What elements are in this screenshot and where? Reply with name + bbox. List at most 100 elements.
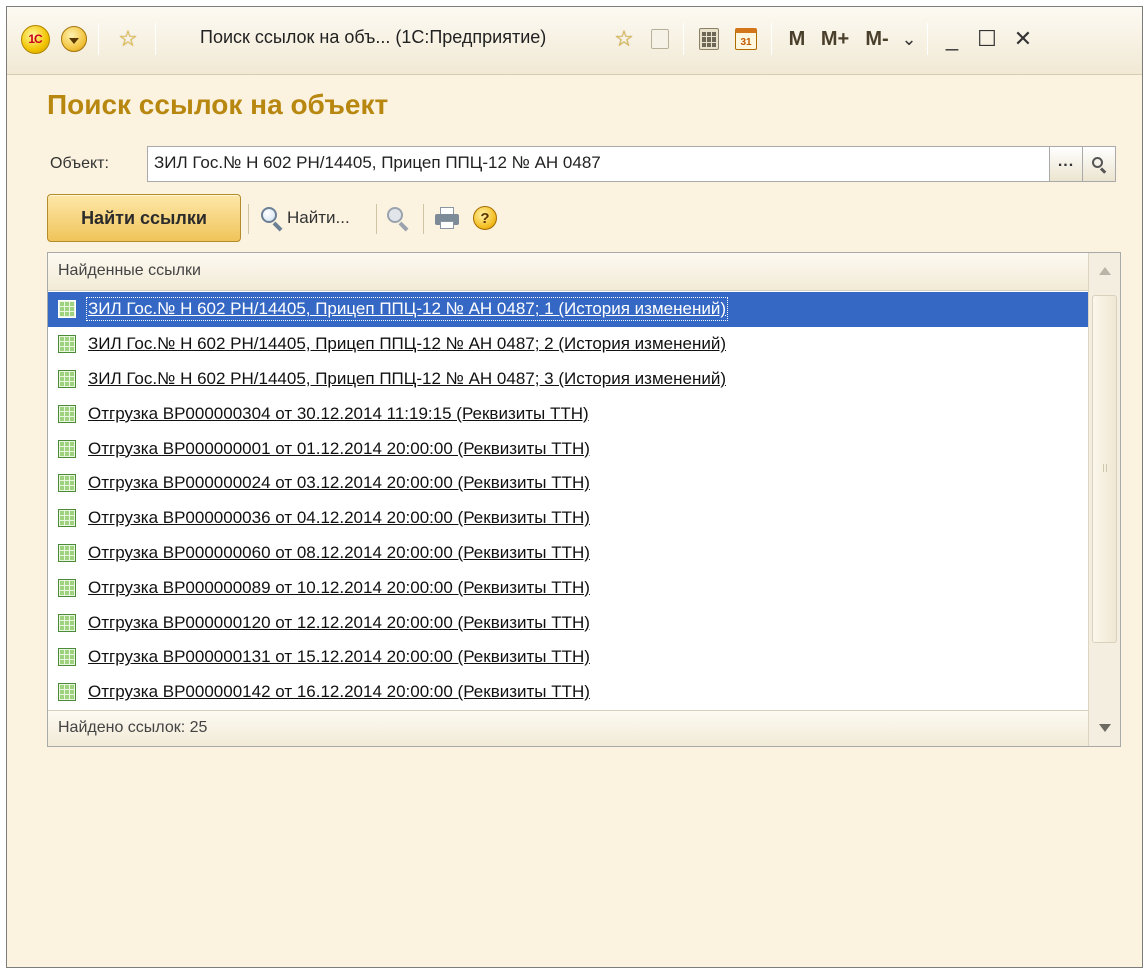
table-icon: [58, 509, 76, 528]
app-window: 1С ☆ Поиск ссылок на объ... (1С:Предприя…: [6, 6, 1143, 968]
table-icon: [58, 300, 76, 319]
ellipsis-icon: ...: [1057, 153, 1075, 170]
list-item[interactable]: Отгрузка ВР000000142 от 16.12.2014 20:00…: [48, 675, 1088, 710]
chevron-down-icon: ⌄: [901, 28, 917, 49]
title-bar: 1С ☆ Поиск ссылок на объ... (1С:Предприя…: [7, 7, 1142, 75]
calculator-button[interactable]: [695, 25, 723, 53]
find-button[interactable]: Найти...: [261, 202, 350, 234]
memory-plus-button[interactable]: M+: [817, 25, 853, 53]
object-field[interactable]: ЗИЛ Гос.№ Н 602 РН/14405, Прицеп ППЦ-12 …: [147, 146, 1050, 182]
memory-minus-label: M-: [865, 27, 889, 50]
arrow-down-icon: [1098, 724, 1111, 732]
list-item[interactable]: ЗИЛ Гос.№ Н 602 РН/14405, Прицеп ППЦ-12 …: [48, 292, 1088, 327]
list-item-link[interactable]: Отгрузка ВР000000131 от 15.12.2014 20:00…: [88, 647, 590, 667]
print-button[interactable]: [435, 202, 459, 234]
list-item[interactable]: Отгрузка ВР000000036 от 04.12.2014 20:00…: [48, 501, 1088, 536]
search-icon: [1092, 157, 1107, 174]
memory-minus-button[interactable]: M-: [859, 25, 895, 53]
1c-logo-icon: 1С: [20, 24, 50, 54]
calculator-icon: [699, 28, 719, 50]
object-label: Объект:: [50, 155, 109, 172]
list-item-link[interactable]: ЗИЛ Гос.№ Н 602 РН/14405, Прицеп ППЦ-12 …: [88, 334, 726, 354]
cancel-search-button[interactable]: [387, 202, 409, 234]
maximize-icon: ☐: [977, 26, 997, 51]
vertical-scrollbar[interactable]: [1088, 253, 1120, 746]
grip-icon: [1103, 464, 1107, 472]
main-menu-button[interactable]: [59, 25, 89, 53]
add-to-favorites-button[interactable]: ☆: [609, 25, 639, 53]
table-icon: [58, 648, 76, 667]
star-icon: ☆: [118, 26, 138, 51]
list-item-link[interactable]: Отгрузка ВР000000001 от 01.12.2014 20:00…: [88, 439, 590, 459]
calendar-button[interactable]: 31: [731, 25, 761, 53]
toolbar-separator: [423, 204, 424, 234]
title-separator: [683, 23, 684, 55]
list-footer-status: Найдено ссылок: 25: [48, 710, 1088, 746]
maximize-button[interactable]: ☐: [971, 25, 1003, 53]
list-item[interactable]: Отгрузка ВР000000089 от 10.12.2014 20:00…: [48, 570, 1088, 605]
list-item[interactable]: Отгрузка ВР000000001 от 01.12.2014 20:00…: [48, 431, 1088, 466]
list-item-link[interactable]: Отгрузка ВР000000142 от 16.12.2014 20:00…: [88, 682, 590, 702]
list-item-link[interactable]: Отгрузка ВР000000120 от 12.12.2014 20:00…: [88, 613, 590, 633]
table-icon: [58, 335, 76, 354]
app-menu-button[interactable]: 1С: [19, 24, 51, 54]
title-separator: [771, 23, 772, 55]
list-header[interactable]: Найденные ссылки: [48, 253, 1088, 291]
table-icon: [58, 369, 76, 388]
table-icon: [58, 439, 76, 458]
find-label: Найти...: [287, 208, 350, 227]
memory-label: M: [788, 27, 806, 50]
chevron-down-icon: [61, 26, 87, 52]
document-icon: [651, 29, 669, 49]
title-dropdown-button[interactable]: ⌄: [899, 25, 919, 53]
list-item-link[interactable]: Отгрузка ВР000000036 от 04.12.2014 20:00…: [88, 508, 590, 528]
minimize-icon: _: [945, 26, 959, 51]
found-links-list[interactable]: Найденные ссылки ЗИЛ Гос.№ Н 602 РН/1440…: [47, 252, 1121, 747]
page-title: Поиск ссылок на объект: [47, 89, 389, 120]
help-button[interactable]: ?: [473, 202, 497, 234]
close-button[interactable]: ✕: [1007, 25, 1039, 53]
memory-button[interactable]: M: [785, 25, 809, 53]
list-item[interactable]: ЗИЛ Гос.№ Н 602 РН/14405, Прицеп ППЦ-12 …: [48, 327, 1088, 362]
list-item-link[interactable]: Отгрузка ВР000000304 от 30.12.2014 11:19…: [88, 404, 589, 424]
list-item-link[interactable]: Отгрузка ВР000000060 от 08.12.2014 20:00…: [88, 543, 590, 563]
arrow-up-icon: [1098, 267, 1111, 275]
scrollbar-thumb[interactable]: [1092, 295, 1117, 643]
list-item[interactable]: Отгрузка ВР000000060 от 08.12.2014 20:00…: [48, 536, 1088, 571]
list-item-link[interactable]: ЗИЛ Гос.№ Н 602 РН/14405, Прицеп ППЦ-12 …: [88, 369, 726, 389]
table-icon: [58, 404, 76, 423]
open-object-button[interactable]: [1082, 146, 1116, 182]
table-icon: [58, 578, 76, 597]
table-icon: [58, 613, 76, 632]
toolbar-separator: [248, 204, 249, 234]
search-icon: [261, 207, 283, 232]
list-item[interactable]: ЗИЛ Гос.№ Н 602 РН/14405, Прицеп ППЦ-12 …: [48, 362, 1088, 397]
favorites-button[interactable]: ☆: [113, 25, 143, 53]
table-icon: [58, 474, 76, 493]
table-icon: [58, 683, 76, 702]
memory-plus-label: M+: [820, 27, 850, 50]
list-item[interactable]: Отгрузка ВР000000304 от 30.12.2014 11:19…: [48, 396, 1088, 431]
find-links-button[interactable]: Найти ссылки: [47, 194, 241, 242]
close-icon: ✕: [1013, 26, 1033, 51]
window-title: Поиск ссылок на объ... (1С:Предприятие): [200, 27, 547, 47]
list-item-link[interactable]: Отгрузка ВР000000089 от 10.12.2014 20:00…: [88, 578, 590, 598]
title-separator: [927, 23, 928, 55]
scroll-up-button[interactable]: [1089, 253, 1120, 289]
list-item[interactable]: Отгрузка ВР000000131 от 15.12.2014 20:00…: [48, 640, 1088, 675]
link-button[interactable]: [647, 25, 673, 53]
minimize-button[interactable]: _: [937, 25, 967, 53]
scroll-down-button[interactable]: [1089, 710, 1120, 746]
table-icon: [58, 543, 76, 562]
list-item[interactable]: Отгрузка ВР000000024 от 03.12.2014 20:00…: [48, 466, 1088, 501]
calendar-icon: 31: [735, 28, 757, 50]
print-icon: [435, 207, 459, 229]
help-icon: ?: [473, 206, 497, 230]
list-item-link[interactable]: Отгрузка ВР000000024 от 03.12.2014 20:00…: [88, 473, 590, 493]
star-add-icon: ☆: [614, 26, 634, 51]
list-item-link[interactable]: ЗИЛ Гос.№ Н 602 РН/14405, Прицеп ППЦ-12 …: [86, 297, 728, 322]
list-item[interactable]: Отгрузка ВР000000120 от 12.12.2014 20:00…: [48, 605, 1088, 640]
select-object-button[interactable]: ...: [1049, 146, 1083, 182]
cancel-search-icon: [387, 207, 409, 232]
toolbar-separator: [376, 204, 377, 234]
